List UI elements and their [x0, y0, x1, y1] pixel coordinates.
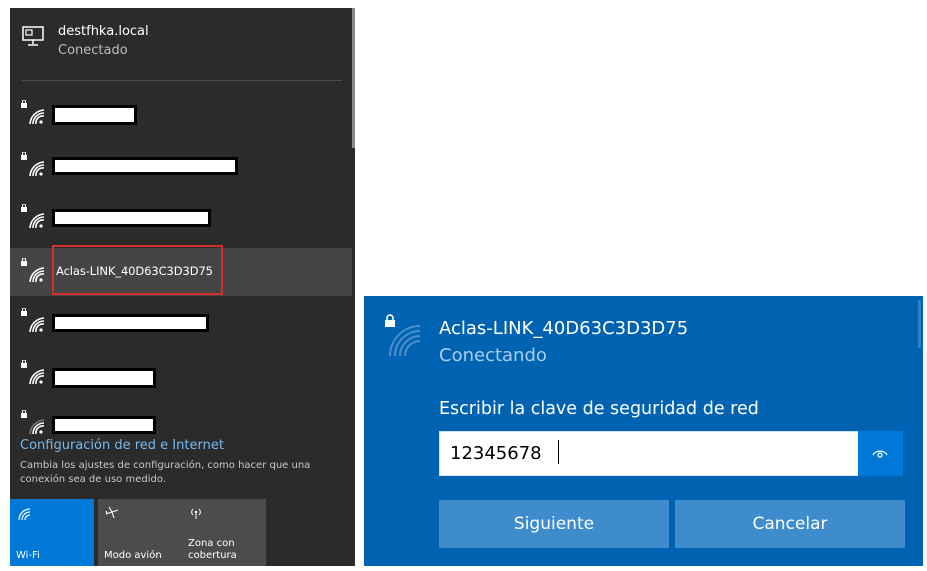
secured-wifi-icon [21, 360, 45, 385]
next-button[interactable]: Siguiente [439, 500, 669, 548]
redacted-network-name [52, 105, 137, 125]
wifi-network-item[interactable] [10, 400, 352, 436]
eye-icon [872, 450, 888, 458]
secured-wifi-icon [21, 308, 45, 333]
connected-network-status: Conectado [58, 43, 128, 58]
flyout-scrollbar[interactable] [352, 8, 355, 148]
wifi-network-item[interactable] [10, 194, 352, 242]
wifi-toggle-tile[interactable]: Wi-Fi [10, 499, 94, 566]
connection-status: Conectando [439, 345, 547, 366]
panel-scrollbar[interactable] [918, 300, 921, 348]
wifi-network-item-selected[interactable]: Aclas-LINK_40D63C3D3D75 [10, 245, 352, 296]
connected-network-item[interactable]: destfhka.local Conectado [10, 8, 350, 80]
airplane-tile-label: Modo avión [104, 550, 162, 561]
hotspot-icon [191, 508, 201, 519]
wifi-network-item[interactable] [10, 298, 352, 346]
security-key-prompt: Escribir la clave de seguridad de red [439, 399, 759, 419]
wifi-connect-panel: Aclas-LINK_40D63C3D3D75 Conectando Escri… [364, 296, 923, 566]
secured-wifi-icon [21, 204, 45, 229]
network-settings-description: Cambia los ajustes de configuración, com… [20, 460, 311, 485]
network-ssid: Aclas-LINK_40D63C3D3D75 [439, 318, 689, 339]
wifi-network-item[interactable] [10, 90, 352, 138]
secured-wifi-icon [21, 152, 45, 177]
ethernet-computer-icon [22, 26, 44, 46]
airplane-mode-tile[interactable]: Modo avión [98, 499, 182, 566]
wifi-signal-icon [389, 325, 421, 357]
connected-network-name: destfhka.local [58, 24, 149, 39]
hotspot-tile-label: Zona con cobertura [188, 538, 237, 561]
secured-wifi-icon [21, 100, 45, 125]
security-key-input[interactable] [439, 431, 859, 476]
redacted-network-name [52, 209, 211, 227]
secured-wifi-weak-icon [21, 410, 45, 435]
secured-wifi-icon [21, 258, 45, 283]
wifi-network-item[interactable] [10, 142, 352, 190]
text-caret [558, 440, 559, 464]
red-highlight-box [52, 245, 223, 295]
divider [22, 80, 342, 81]
network-settings-link[interactable]: Configuración de red e Internet [20, 438, 224, 453]
wifi-tile-label: Wi-Fi [16, 550, 40, 561]
redacted-network-name [52, 368, 156, 388]
redacted-network-name [52, 157, 238, 175]
redacted-network-name [52, 416, 156, 434]
airplane-icon [105, 506, 119, 519]
wifi-network-item[interactable] [10, 350, 352, 398]
network-flyout: destfhka.local Conectado Aclas-LINK_40D6… [10, 8, 355, 566]
redacted-network-name [52, 314, 209, 332]
cancel-button[interactable]: Cancelar [675, 500, 905, 548]
mobile-hotspot-tile[interactable]: Zona con cobertura [182, 499, 266, 566]
wifi-icon [18, 508, 31, 521]
reveal-password-button[interactable] [858, 431, 903, 476]
